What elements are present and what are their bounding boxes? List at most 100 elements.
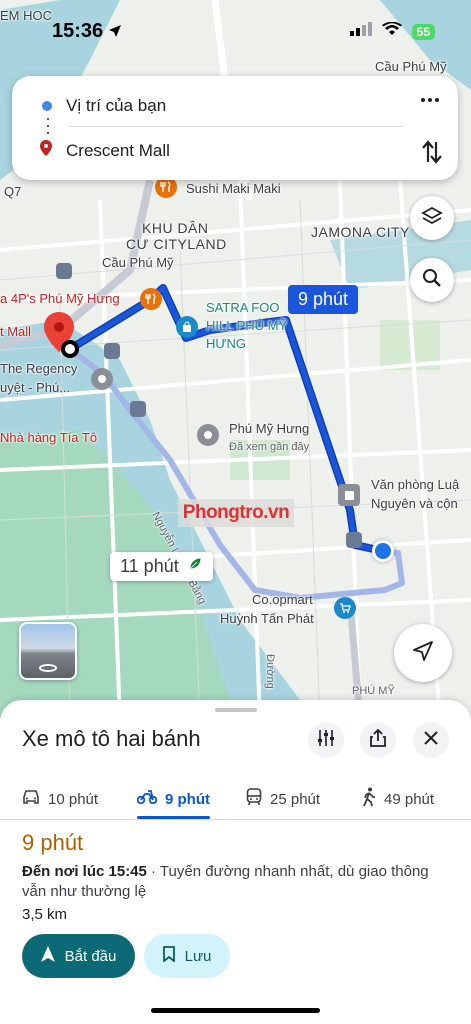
map-label: JAMONA CITY [311,224,410,240]
location-arrow-icon [108,24,122,43]
bus-stop-icon [346,532,362,548]
recenter-button[interactable] [394,624,452,682]
current-location-dot [372,540,394,562]
wifi-icon [381,21,402,41]
map-label: t Mall [0,324,32,339]
connector-dots-icon [47,118,49,136]
share-button[interactable] [360,722,396,758]
map-label: PHÚ MỸ [352,685,395,697]
tab-motorbike[interactable]: 9 phút [136,784,210,814]
bus-stop-icon [104,343,120,359]
route-summary: Đến nơi lúc 15:45 · Tuyến đường nhanh nh… [22,862,452,902]
watermark-text: Phongtro.vn [182,502,290,523]
tab-motorbike-label: 9 phút [165,790,210,808]
search-icon [422,268,442,293]
map-label: Sushi Maki Maki [186,181,281,196]
office-poi-icon[interactable] [338,484,360,506]
directions-sheet: Xe mô tô hai bánh 10 phút 9 phút 25 phút… [0,700,471,1024]
map-label: Phú Mỹ Hưng [229,421,310,436]
route-end-marker [61,340,79,358]
transit-icon [246,788,262,810]
status-time: 15:36 [52,20,104,42]
place-poi-icon[interactable] [91,368,113,390]
route-time-alt[interactable]: 11 phút [110,552,213,581]
bus-stop-icon [130,401,146,417]
map-label: HƯNG [206,336,246,351]
sheet-title: Xe mô tô hai bánh [22,726,201,751]
route-distance: 3,5 km [22,906,68,923]
divider [68,126,404,127]
map-label: Đã xem gần đây [229,441,310,453]
swap-button[interactable] [420,138,444,166]
rotate-360-icon [39,664,57,672]
watermark-logo: Phongtro.vn [178,499,294,527]
tune-icon [317,729,335,751]
map-label: HILL PHÚ MỸ [206,318,288,333]
shopping-poi-icon[interactable] [176,316,198,338]
shopping-cart-poi-icon[interactable] [334,597,356,619]
origin-field[interactable]: Vị trí của bạn [66,88,166,124]
arrival-time: Đến nơi lúc 15:45 [22,863,147,880]
map-label: a 4P's Phú Mỹ Hưng [0,291,120,306]
battery-indicator: 55 [411,23,435,40]
route-input-card: Vị trí của bạn Crescent Mall [12,76,458,180]
save-button[interactable]: Lưu [144,934,230,978]
search-button[interactable] [410,258,454,302]
destination-row[interactable]: Crescent Mall [40,140,170,161]
signal-icon [349,22,372,41]
map-label: KHU DÂN [142,220,209,236]
close-icon [424,730,438,750]
street-view-thumbnail[interactable] [19,622,77,680]
map-label: Đường [264,654,276,689]
restaurant-poi-icon[interactable] [140,288,162,310]
motorbike-icon [136,790,158,808]
destination-marker-icon [40,140,52,161]
tab-car-label: 10 phút [48,790,99,808]
tab-walk[interactable]: 49 phút [362,784,434,814]
home-indicator[interactable] [151,1008,320,1013]
eco-leaf-icon [187,556,203,577]
route-options-button[interactable] [308,722,344,758]
tab-car[interactable]: 10 phút [22,784,98,814]
map-label: Q7 [4,184,22,199]
map-label: Nguyên và cộn [371,496,458,511]
layers-button[interactable] [410,196,454,240]
map-label: Huỳnh Tấn Phát [220,611,314,626]
tab-transit-label: 25 phút [270,790,321,808]
route-duration: 9 phút [22,830,84,855]
origin-row[interactable]: Vị trí của bạn [42,88,166,124]
bus-stop-icon [56,263,72,279]
bookmark-icon [162,946,175,966]
start-button[interactable]: Bắt đầu [22,934,135,978]
tab-transit[interactable]: 25 phút [246,784,320,814]
walk-icon [362,787,376,811]
destination-field[interactable]: Crescent Mall [66,141,170,161]
map-label: Nhà hàng Tía Tô [0,430,98,445]
map-label: Co.opmart [252,592,313,607]
origin-dot-icon [42,101,52,111]
map-label: SATRA FOO [206,300,280,315]
more-vert-icon [421,98,439,102]
swap-icon [420,140,444,170]
map-label: CƯ CITYLAND [126,236,227,252]
map-label: Cầu Phú Mỹ [102,255,174,270]
share-icon [370,728,386,752]
start-button-label: Bắt đầu [64,947,117,965]
tab-walk-label: 49 phút [384,790,435,808]
status-bar: 15:36 55 [0,0,471,62]
route-time-alt-label: 11 phút [120,556,179,576]
navigation-icon [40,946,55,966]
save-button-label: Lưu [184,947,212,965]
more-options-button[interactable] [418,90,442,110]
map-label: uyệt - Phú... [0,380,71,395]
navigation-arrow-icon [412,640,434,667]
sheet-grabber[interactable] [215,708,257,712]
active-tab-indicator [137,816,210,819]
close-button[interactable] [413,722,449,758]
route-time-primary[interactable]: 9 phút [288,285,359,314]
map-label: The Regency [0,361,78,376]
car-icon [22,789,40,809]
layers-icon [421,206,443,231]
place-poi-icon[interactable] [197,424,219,446]
travel-mode-tabs: 10 phút 9 phút 25 phút 49 phút [0,776,471,820]
